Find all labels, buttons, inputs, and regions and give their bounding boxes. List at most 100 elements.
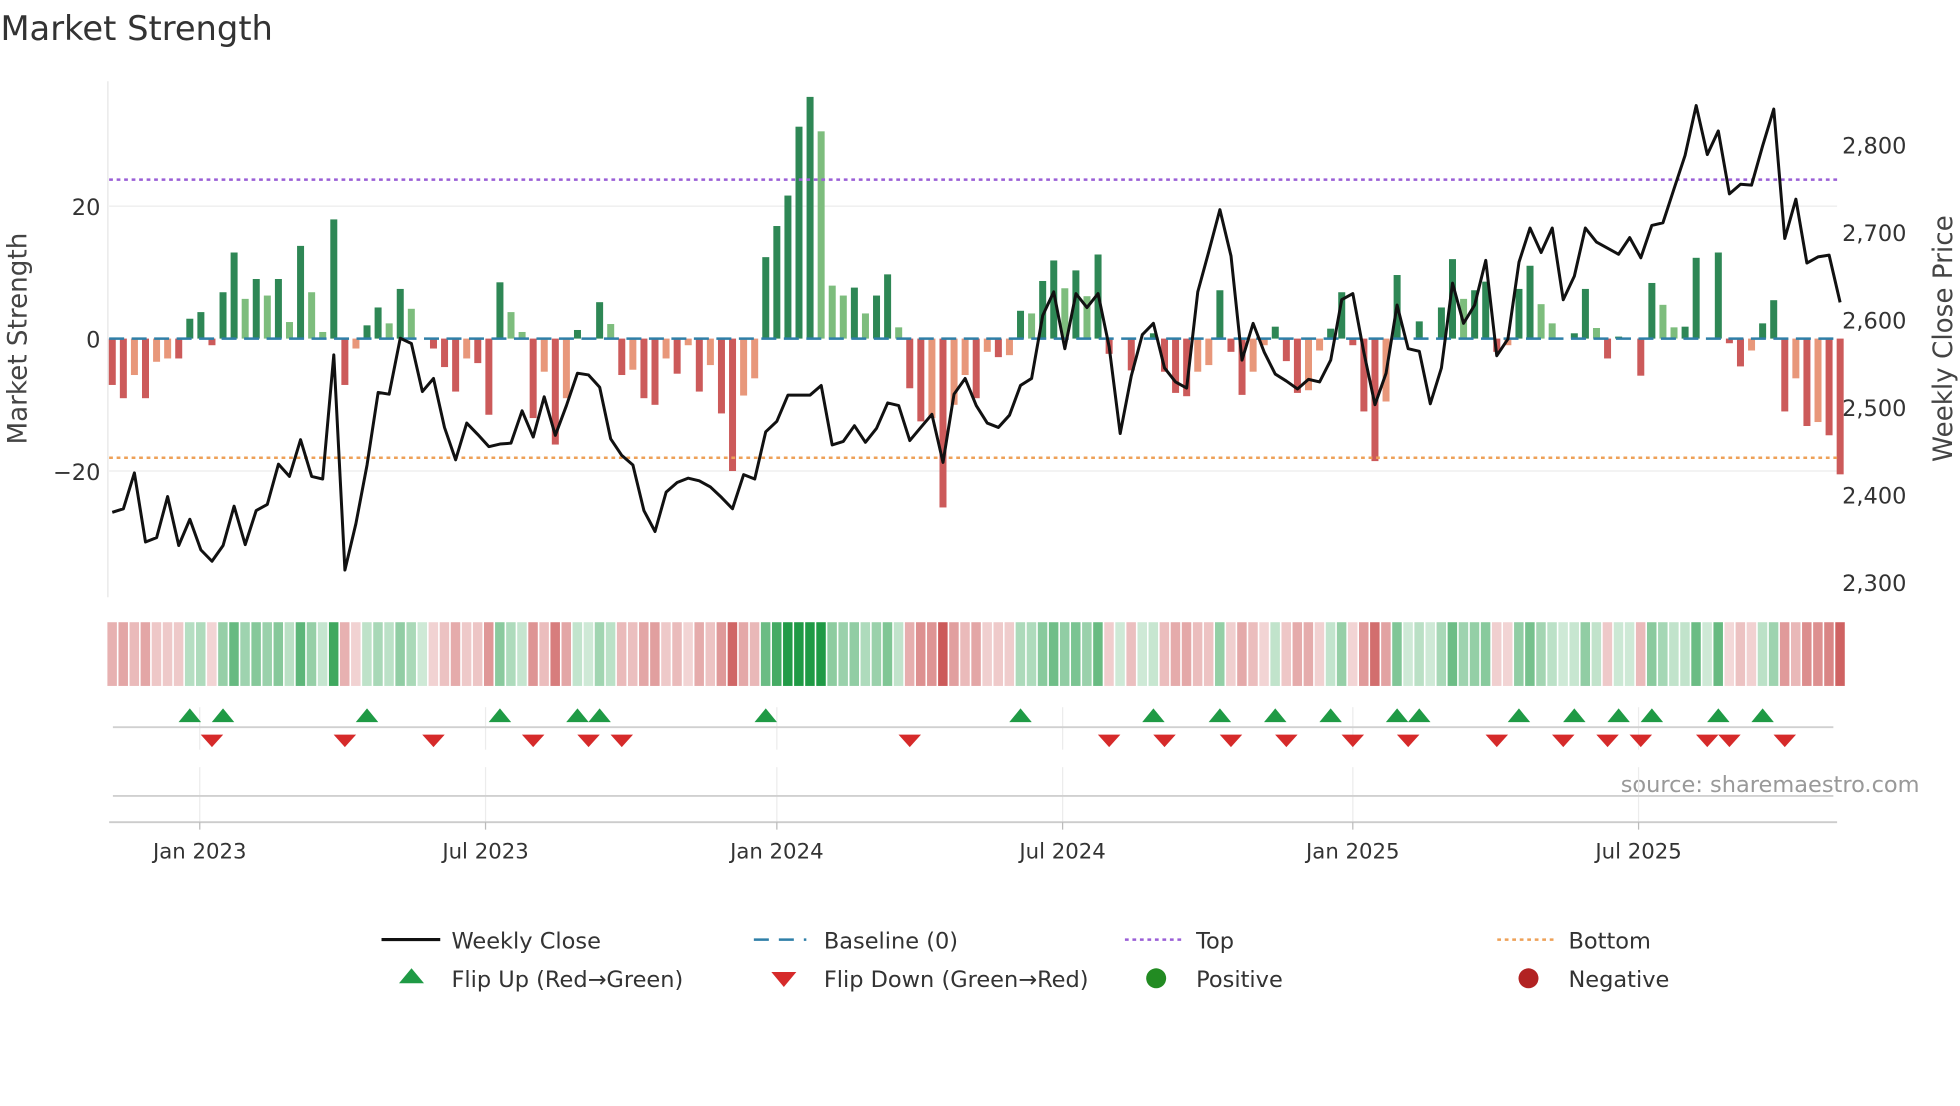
- flip-down-marker: [898, 734, 922, 748]
- strength-heat-cell: [140, 622, 151, 686]
- strength-heat-cell: [151, 622, 162, 686]
- flip-down-marker: [610, 734, 634, 748]
- strength-heat-cell: [949, 622, 959, 686]
- strength-heat-cell: [284, 622, 295, 686]
- strength-heat-cell: [650, 622, 660, 686]
- bar-positive: [374, 307, 382, 339]
- bar-positive: [1526, 265, 1534, 339]
- strength-heat-cell: [1104, 622, 1114, 686]
- strength-heat-cell: [251, 622, 261, 686]
- strength-heat-cell: [118, 622, 128, 686]
- strength-heat-cell: [1015, 622, 1026, 686]
- strength-heat-cell: [1381, 622, 1391, 686]
- chart-title: Market Strength: [0, 9, 272, 48]
- flip-up-marker: [566, 708, 589, 723]
- bar-positive: [806, 96, 814, 339]
- strength-heat-cell: [1680, 622, 1690, 686]
- y2-tick-label: 2,300: [1842, 571, 1906, 597]
- bar-negative: [540, 338, 548, 372]
- strength-heat-cell: [1469, 622, 1480, 686]
- flip-down-marker: [521, 734, 545, 748]
- strength-heat-cell: [749, 622, 760, 686]
- strength-heat-cell: [705, 622, 716, 686]
- strength-heat-cell: [262, 622, 272, 686]
- x-tick-label: Jan 2023: [151, 839, 247, 864]
- x-tick-label: Jul 2025: [1593, 839, 1681, 864]
- strength-heat-cell: [1757, 622, 1768, 686]
- strength-heat-cell: [1403, 622, 1413, 686]
- strength-heat-cell: [860, 622, 871, 686]
- strength-heat-cell: [904, 622, 915, 686]
- strength-heat-cell: [915, 622, 926, 686]
- strength-heat-cell: [317, 622, 328, 686]
- legend-item: Top: [1124, 928, 1234, 954]
- flip-down-marker: [1097, 734, 1121, 748]
- bar-positive: [1216, 290, 1224, 339]
- flip-up-marker: [1408, 708, 1431, 723]
- strength-heat-cell: [1536, 622, 1546, 686]
- flip-down-marker: [1552, 734, 1575, 748]
- bar-negative: [1803, 338, 1811, 427]
- x-tick-label: Jan 2025: [1304, 839, 1400, 864]
- strength-heat-cell: [1547, 622, 1557, 686]
- strength-heat-cell: [1270, 622, 1280, 686]
- bar-negative: [1604, 338, 1612, 359]
- y-tick-label: −20: [53, 460, 100, 486]
- bar-positive: [762, 257, 770, 339]
- legend-label: Positive: [1196, 967, 1283, 993]
- bar-positive: [861, 313, 869, 339]
- strength-heat-cell: [506, 622, 516, 686]
- strength-heat-cell: [1115, 622, 1125, 686]
- bar-negative: [1194, 338, 1202, 372]
- strength-heat-cell: [218, 622, 228, 686]
- strength-heat-cell: [207, 622, 217, 686]
- bar-positive: [1581, 288, 1589, 339]
- strength-heat-cell: [306, 622, 317, 686]
- bar-negative: [629, 338, 637, 370]
- flip-up-marker: [1607, 708, 1630, 723]
- circle-icon: [1518, 968, 1539, 989]
- bar-negative: [1282, 338, 1290, 362]
- strength-heat-cell: [805, 622, 815, 686]
- flip-down-marker: [1341, 734, 1365, 748]
- flip-up-marker: [1208, 708, 1232, 723]
- flip-down-marker: [577, 734, 600, 748]
- flip-down-marker: [1396, 734, 1420, 748]
- market-strength-chart: Market Strength Market Strength Weekly C…: [0, 9, 1959, 993]
- strength-heat-cell: [1835, 622, 1845, 686]
- y2-axis-title: Weekly Close Price: [1929, 215, 1959, 462]
- strength-heat-cell: [450, 622, 461, 686]
- bar-negative: [961, 338, 969, 376]
- flip-up-marker: [588, 708, 611, 723]
- strength-heat-cell: [727, 622, 738, 686]
- bar-negative: [562, 338, 570, 399]
- flip-up-marker: [488, 708, 512, 723]
- strength-heat-cell: [827, 622, 837, 686]
- strength-heat-cell: [1790, 622, 1801, 686]
- flip-up-marker: [1264, 708, 1287, 723]
- strength-heat-cell: [528, 622, 538, 686]
- flip-down-marker: [1696, 734, 1719, 748]
- strength-heat-cell: [439, 622, 450, 686]
- strength-heat-cell: [771, 622, 782, 686]
- bar-negative: [452, 338, 460, 392]
- bar-positive: [1548, 323, 1556, 339]
- strength-heat-cell: [461, 622, 472, 686]
- strength-heat-cell: [362, 622, 372, 686]
- strength-heat-cell: [616, 622, 627, 686]
- bar-positive: [839, 295, 847, 339]
- strength-heat-cell: [1602, 622, 1613, 686]
- strength-heat-cell: [794, 622, 804, 686]
- legend-item: Flip Up (Red→Green): [399, 967, 683, 993]
- strength-heat-cell: [1824, 622, 1834, 686]
- x-tick-label: Jul 2023: [440, 839, 528, 864]
- flip-up-marker: [1640, 708, 1664, 723]
- strength-heat-cell: [428, 622, 439, 686]
- bar-positive: [186, 318, 194, 339]
- strength-heat-cell: [472, 622, 483, 686]
- strength-heat-cell: [561, 622, 572, 686]
- strength-heat-cell: [1514, 622, 1524, 686]
- x-tick-label: Jul 2024: [1017, 839, 1105, 864]
- bar-negative: [983, 338, 991, 352]
- strength-heat-cell: [982, 622, 992, 686]
